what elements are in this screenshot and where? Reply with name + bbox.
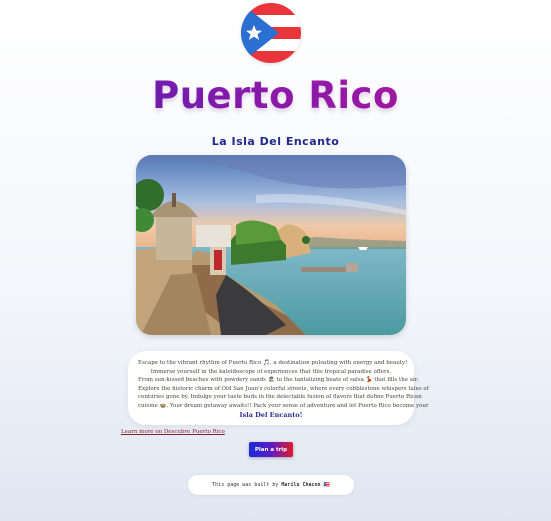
intro-line: centuries gone by. Indulge your taste bu… <box>138 394 422 401</box>
footer-author: Marilu Chacon <box>281 482 321 488</box>
learn-more-link[interactable]: Learn more on Descubre Puerto Rico <box>121 429 225 435</box>
puerto-rico-flag-icon <box>241 3 301 63</box>
flag-emoji-icon: 🇵🇷 <box>323 482 330 488</box>
page-title: Puerto Rico <box>0 74 551 117</box>
page-subtitle: La Isla Del Encanto <box>211 135 340 148</box>
footer-credit: This page was built by Marilu Chacon 🇵🇷 <box>188 475 354 495</box>
hero-image <box>136 155 406 335</box>
intro-line: Explore the historic charm of Old San Ju… <box>138 385 429 392</box>
intro-line: From sun-kissed beaches with powdery san… <box>138 377 419 384</box>
intro-line: Immerse yourself in the kaleidoscope of … <box>150 368 392 375</box>
footer-prefix: This page was built by <box>212 482 279 488</box>
plan-trip-button[interactable]: Plan a trip <box>249 442 293 457</box>
intro-card: Escape to the vibrant rhythm of Puerto R… <box>128 351 429 425</box>
intro-emphasis: Isla Del Encanto! <box>239 410 303 419</box>
intro-line: cuisine 🍲. Your dream getaway awaits!! P… <box>138 402 429 409</box>
intro-line: Escape to the vibrant rhythm of Puerto R… <box>138 360 408 366</box>
